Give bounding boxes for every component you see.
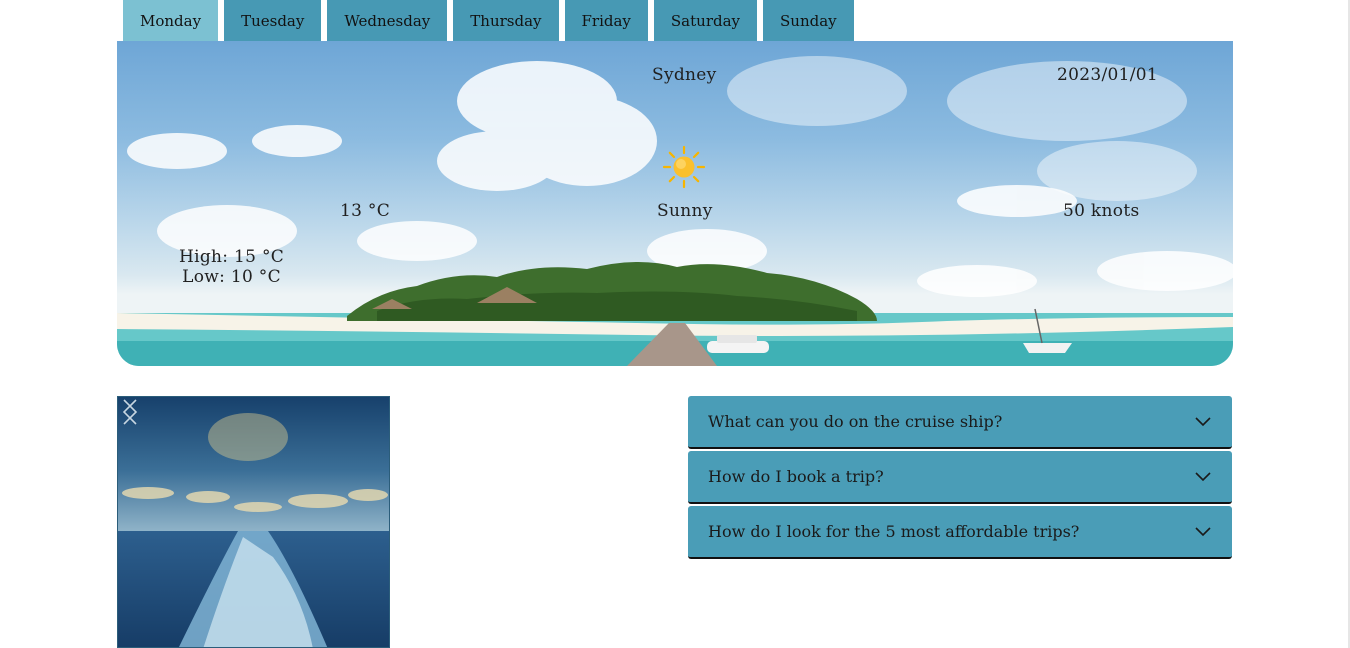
faq-question: How do I book a trip? <box>708 467 884 486</box>
forecast-date: 2023/01/01 <box>1057 65 1158 85</box>
weather-condition: Sunny <box>657 201 713 221</box>
weather-panel: Sydney 2023/01/01 13 °C Sunny 50 knots H… <box>117 41 1233 366</box>
low-temperature: Low: 10 °C <box>182 267 281 287</box>
sun-icon <box>662 145 706 189</box>
faq-item[interactable]: How do I look for the 5 most affordable … <box>688 506 1232 559</box>
tab-monday[interactable]: Monday <box>123 0 219 41</box>
tab-saturday[interactable]: Saturday <box>653 0 758 41</box>
faq-question: What can you do on the cruise ship? <box>708 412 1003 431</box>
chevron-down-icon <box>1195 471 1211 481</box>
tab-sunday[interactable]: Sunday <box>763 0 854 41</box>
current-temperature: 13 °C <box>340 201 391 221</box>
carousel-image-ocean-wake <box>118 397 389 647</box>
chevron-down-icon <box>1195 416 1211 426</box>
tab-tuesday[interactable]: Tuesday <box>224 0 322 41</box>
high-temperature: High: 15 °C <box>179 247 285 267</box>
chevron-right-icon[interactable] <box>118 397 142 427</box>
wind-speed: 50 knots <box>1063 201 1140 221</box>
faq-accordion: What can you do on the cruise ship? How … <box>688 396 1232 561</box>
faq-item[interactable]: How do I book a trip? <box>688 451 1232 504</box>
day-tabs: Monday Tuesday Wednesday Thursday Friday… <box>123 0 854 41</box>
city-name: Sydney <box>652 65 717 85</box>
faq-item[interactable]: What can you do on the cruise ship? <box>688 396 1232 449</box>
tab-wednesday[interactable]: Wednesday <box>327 0 448 41</box>
chevron-down-icon <box>1195 526 1211 536</box>
faq-question: How do I look for the 5 most affordable … <box>708 522 1080 541</box>
image-carousel <box>117 396 390 648</box>
tab-friday[interactable]: Friday <box>564 0 648 41</box>
tab-thursday[interactable]: Thursday <box>453 0 559 41</box>
high-low-temperature: High: 15 °C Low: 10 °C <box>179 247 284 287</box>
page: Monday Tuesday Wednesday Thursday Friday… <box>0 0 1350 648</box>
